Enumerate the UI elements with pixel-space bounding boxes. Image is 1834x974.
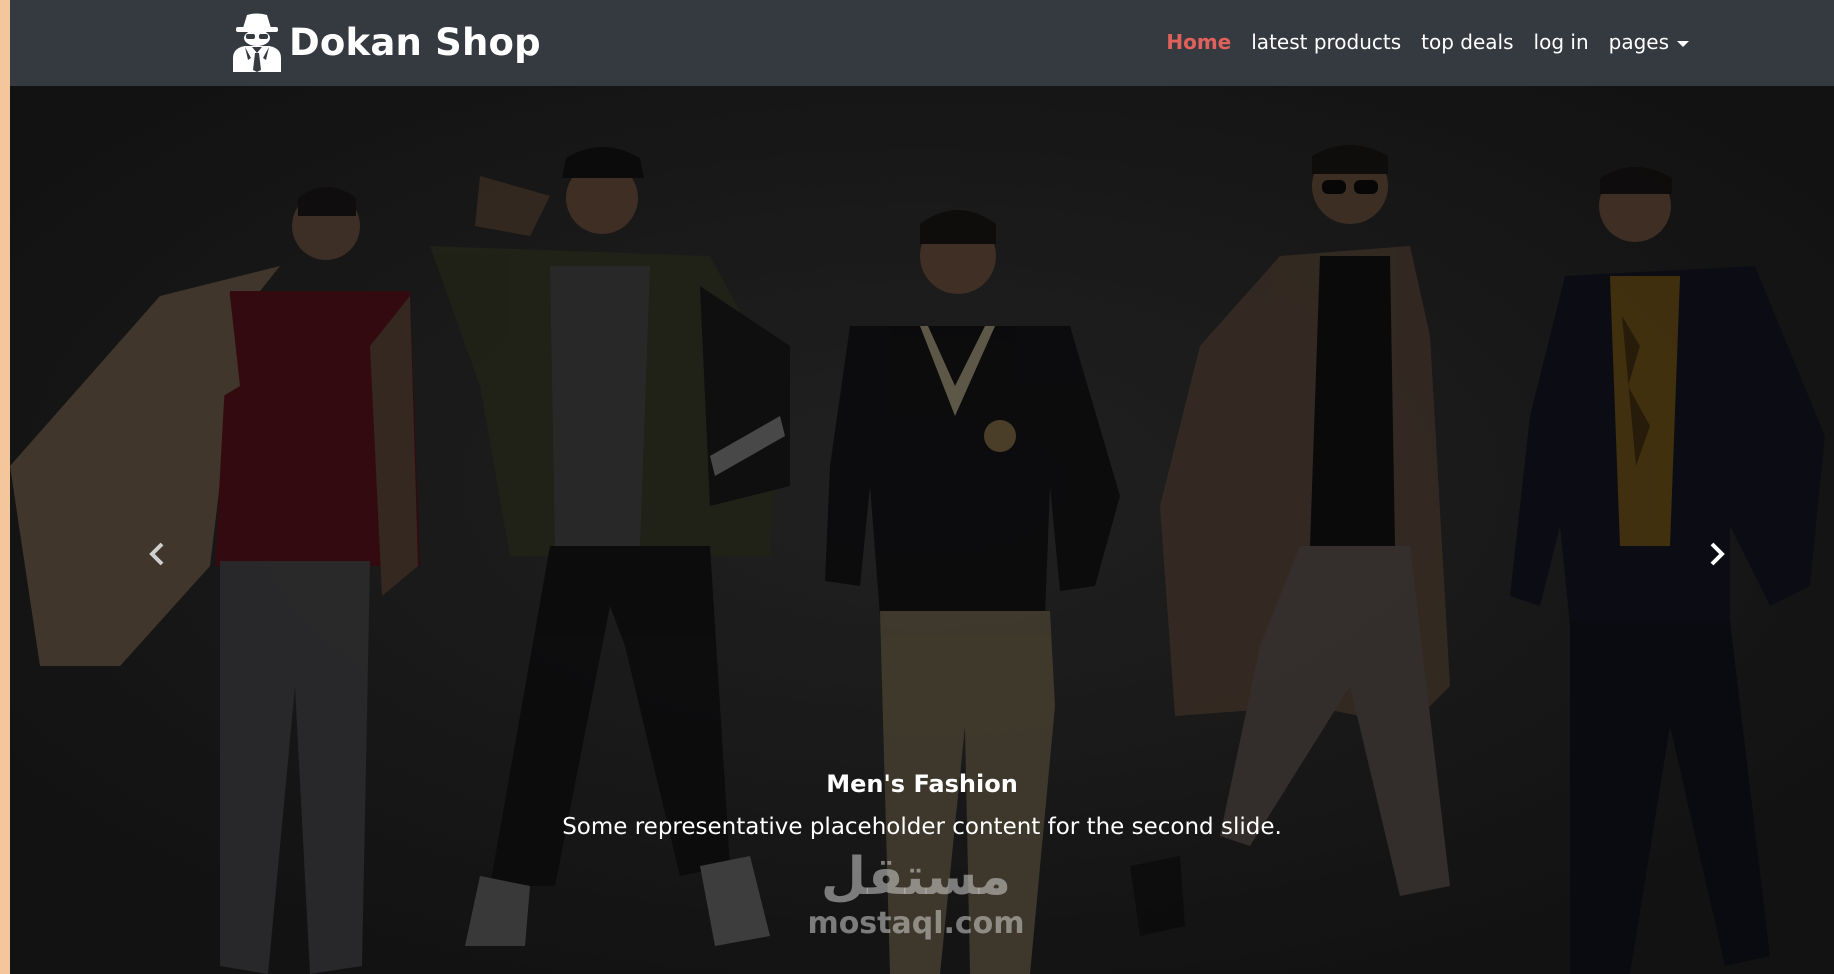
top-navbar: Dokan Shop Home latest products top deal…	[10, 0, 1834, 86]
chevron-right-icon	[1710, 542, 1725, 566]
nav-link-latest-products[interactable]: latest products	[1251, 30, 1401, 54]
watermark-latin: mostaql.com	[807, 906, 1025, 941]
nav-dropdown-pages[interactable]: pages	[1609, 30, 1689, 54]
hero-carousel: Men's Fashion Some representative placeh…	[10, 86, 1834, 974]
carousel-prev-control[interactable]	[137, 534, 177, 574]
nav-item-pages: pages	[1609, 30, 1689, 54]
user-secret-icon	[231, 12, 283, 72]
nav-pages-label: pages	[1608, 30, 1669, 54]
nav-link-home[interactable]: Home	[1166, 30, 1231, 54]
caption-title: Men's Fashion	[826, 770, 1018, 798]
hero-slide-image	[10, 86, 1834, 974]
nav-item-log-in: log in	[1534, 30, 1589, 54]
brand-name: Dokan Shop	[289, 20, 541, 64]
nav-link-top-deals[interactable]: top deals	[1421, 30, 1513, 54]
main-nav: Home latest products top deals log in pa…	[1166, 0, 1689, 84]
watermark-arabic: مستقل	[820, 847, 1012, 907]
nav-item-home: Home	[1166, 30, 1231, 54]
watermark: مستقل mostaql.com	[796, 846, 1036, 940]
carousel-next-control[interactable]	[1697, 534, 1737, 574]
caret-down-icon	[1677, 40, 1689, 47]
chevron-left-icon	[149, 542, 164, 566]
caption-text: Some representative placeholder content …	[562, 814, 1282, 840]
nav-item-latest-products: latest products	[1251, 30, 1401, 54]
page: Dokan Shop Home latest products top deal…	[10, 0, 1834, 974]
nav-link-log-in[interactable]: log in	[1534, 30, 1589, 54]
nav-item-top-deals: top deals	[1421, 30, 1513, 54]
brand-link[interactable]: Dokan Shop	[231, 6, 541, 78]
